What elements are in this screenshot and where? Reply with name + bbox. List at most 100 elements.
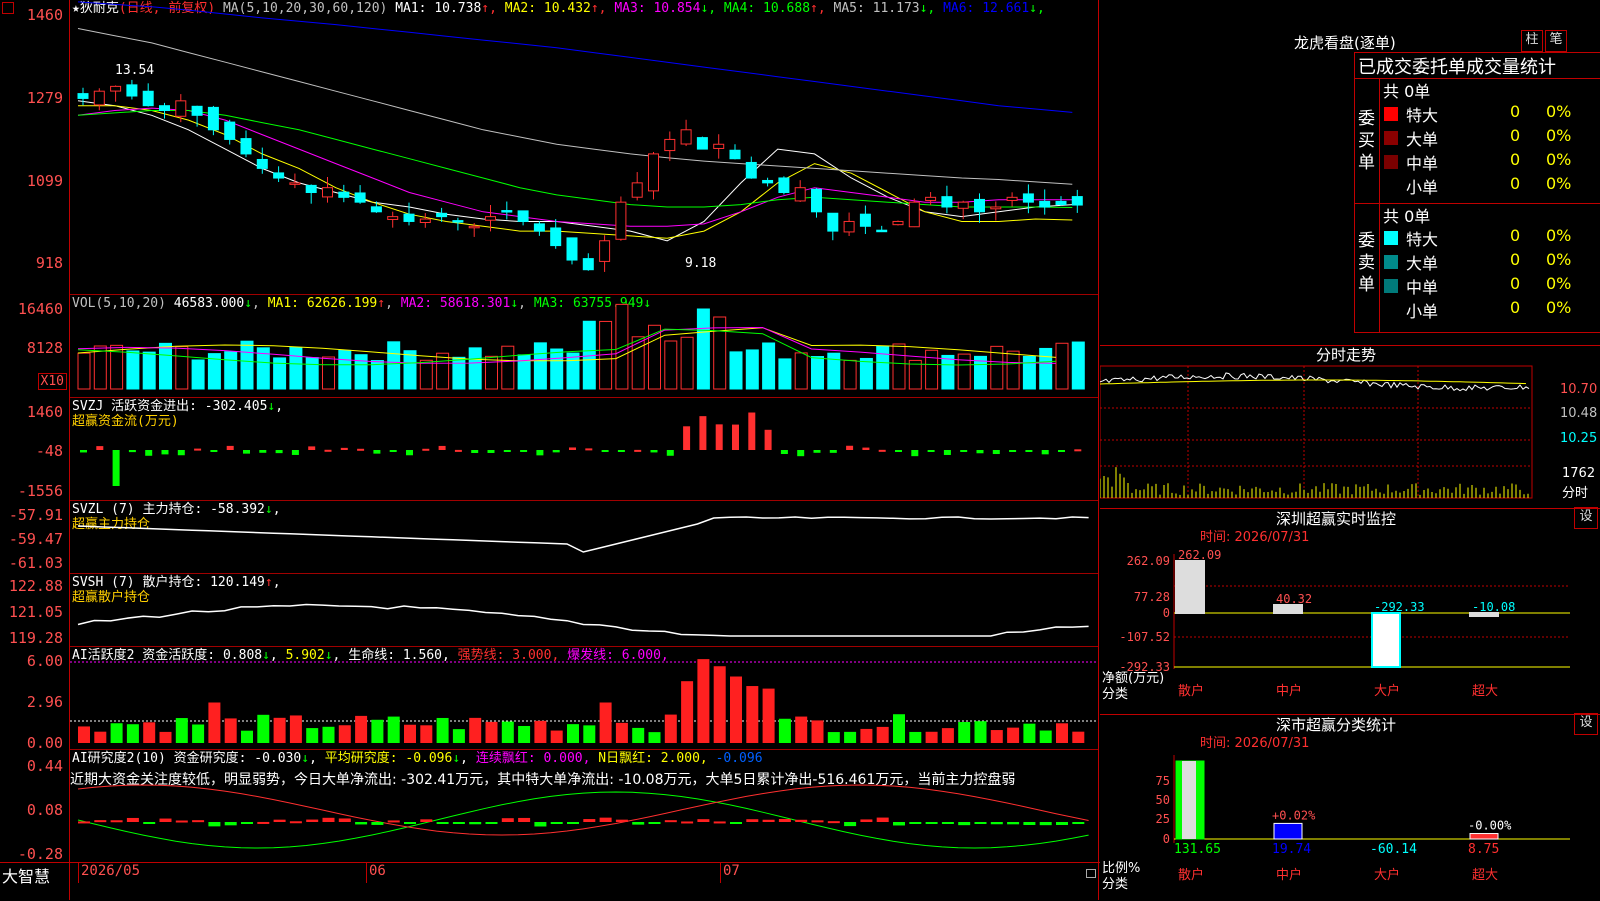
- svzj-label: -1556: [17, 482, 63, 500]
- classify-category: 散户: [1178, 867, 1204, 883]
- brand-logo[interactable]: 大智慧: [2, 863, 50, 887]
- activity-bar: [518, 725, 531, 743]
- volume-bar: [452, 356, 466, 390]
- activity-bar: [78, 726, 90, 743]
- order-pct: 0%: [1546, 298, 1572, 317]
- candle: [533, 223, 545, 232]
- fenshi-panel[interactable]: 分时走势 10.70 10.48 10.25 1762 分时: [1100, 346, 1600, 504]
- flow-bar: [1041, 450, 1049, 455]
- activity-bar: [485, 721, 498, 743]
- flow-bar: [177, 450, 185, 456]
- classify-y-label: 25: [1156, 812, 1170, 826]
- activity-bar: [501, 721, 514, 743]
- order-count: 0: [1510, 102, 1521, 121]
- research-chart[interactable]: [70, 750, 1098, 862]
- monitor-category: 散户: [1178, 683, 1204, 699]
- retail-holding-chart[interactable]: [70, 574, 1098, 646]
- activity-bar: [844, 731, 857, 743]
- buy-label: 委买单: [1358, 109, 1375, 173]
- monitor-value-label: -292.33: [1374, 600, 1425, 614]
- activity-chart[interactable]: [70, 647, 1098, 749]
- vol-unit: X10: [37, 373, 67, 390]
- activity-bar: [958, 722, 971, 743]
- volume-bar: [925, 349, 939, 390]
- activity-bar: [159, 731, 172, 743]
- flow-bar: [634, 449, 642, 452]
- classify-value: 8.75: [1468, 842, 1499, 857]
- legend-swatch: [1384, 131, 1398, 145]
- order-count: 0: [1510, 250, 1521, 269]
- candle-panel[interactable]: ★狄耐克(日线, 前复权) MA(5,10,20,30,60,120) MA1:…: [70, 0, 1098, 295]
- research-bar: [648, 822, 661, 824]
- legend-swatch: [1384, 303, 1398, 317]
- volume-bar: [1006, 350, 1020, 390]
- candle: [794, 187, 806, 202]
- volume-bar: [289, 346, 303, 390]
- research-bar: [958, 822, 971, 826]
- bar-mode-button[interactable]: 柱: [1521, 30, 1543, 52]
- order-count: 0: [1510, 274, 1521, 293]
- tick-mode-button[interactable]: 笔: [1545, 30, 1567, 52]
- ai2-panel[interactable]: AI研究度2(10) 资金研究度: -0.030↓, 平均研究度: -0.096…: [70, 750, 1098, 862]
- volume-bar: [224, 351, 238, 390]
- fenshi-label: 10.70: [1560, 382, 1598, 397]
- volume-bar: [159, 342, 172, 390]
- legend-swatch: [1384, 279, 1398, 293]
- candle: [419, 218, 431, 223]
- volume-bar: [876, 345, 890, 390]
- activity-bar: [1039, 730, 1052, 743]
- research-bar: [664, 820, 677, 823]
- price-label: 1460: [26, 6, 63, 24]
- activity-bar: [355, 715, 368, 743]
- flow-bar: [829, 450, 837, 453]
- activity-bar: [681, 681, 694, 743]
- intraday-chart[interactable]: [1100, 346, 1600, 504]
- lock-icon[interactable]: [1086, 869, 1096, 878]
- classify-top-label: +0.02%: [1272, 808, 1316, 822]
- activity-bar: [713, 666, 726, 743]
- candle: [892, 220, 904, 226]
- svsh-panel[interactable]: SVSH (7) 散户持仓: 120.149↑, 超赢散户持仓: [70, 574, 1098, 647]
- menu-icon[interactable]: [2, 2, 14, 14]
- activity-bar: [827, 732, 840, 743]
- candle: [941, 196, 953, 208]
- classify-category: 大户: [1374, 867, 1400, 883]
- monitor-panel: 深圳超赢实时监控 设 时间: 2026/07/31 262.09 77.28 0 -1…: [1100, 507, 1600, 715]
- low-mark: 9.18: [685, 256, 717, 271]
- volume-bar: [664, 340, 678, 390]
- svzj-panel[interactable]: SVZJ 活跃资金进出: -302.405↓, 超赢资金流(万元): [70, 398, 1098, 501]
- activity-bar: [404, 724, 416, 743]
- volume-bar: [77, 352, 91, 390]
- fenshi-vol-label: 1762: [1562, 466, 1596, 481]
- vol-panel[interactable]: VOL(5,10,20) 46583.000↓, MA1: 62626.199↑…: [70, 295, 1098, 398]
- classify-bar-inner: [1182, 761, 1196, 839]
- research-bar: [518, 817, 531, 822]
- order-type: 大单: [1406, 254, 1439, 273]
- candle: [631, 182, 643, 198]
- volume-bar: [762, 342, 776, 390]
- flow-bar: [715, 424, 723, 450]
- candle: [599, 240, 611, 262]
- fenshi-label: 10.48: [1560, 406, 1598, 421]
- svzl-panel[interactable]: SVZL (7) 主力持仓: -58.392↓, 超赢主力持仓: [70, 501, 1098, 574]
- volume-bar: [1039, 347, 1053, 390]
- ai1-panel[interactable]: AI活跃度2 资金活跃度: 0.808↓, 5.902↓, 生命线: 1.560…: [70, 647, 1098, 750]
- candle: [925, 196, 937, 201]
- main-holding-chart[interactable]: [70, 501, 1098, 573]
- flow-bar: [308, 446, 316, 450]
- flow-bar: [145, 450, 153, 456]
- candlestick-chart[interactable]: [70, 0, 1098, 294]
- activity-bar: [974, 721, 987, 743]
- ai2-label: -0.28: [17, 845, 63, 863]
- volume-bar: [126, 350, 140, 390]
- candle: [859, 213, 871, 227]
- order-count: 0: [1510, 126, 1521, 145]
- classify-top-label: -0.00%: [1468, 819, 1512, 833]
- activity-bar: [615, 722, 628, 743]
- activity-bar: [730, 676, 742, 743]
- volume-chart[interactable]: [70, 295, 1098, 397]
- volume-bar: [191, 359, 205, 390]
- candle: [811, 188, 822, 213]
- fund-flow-chart[interactable]: [70, 398, 1098, 500]
- flow-bar: [895, 450, 902, 452]
